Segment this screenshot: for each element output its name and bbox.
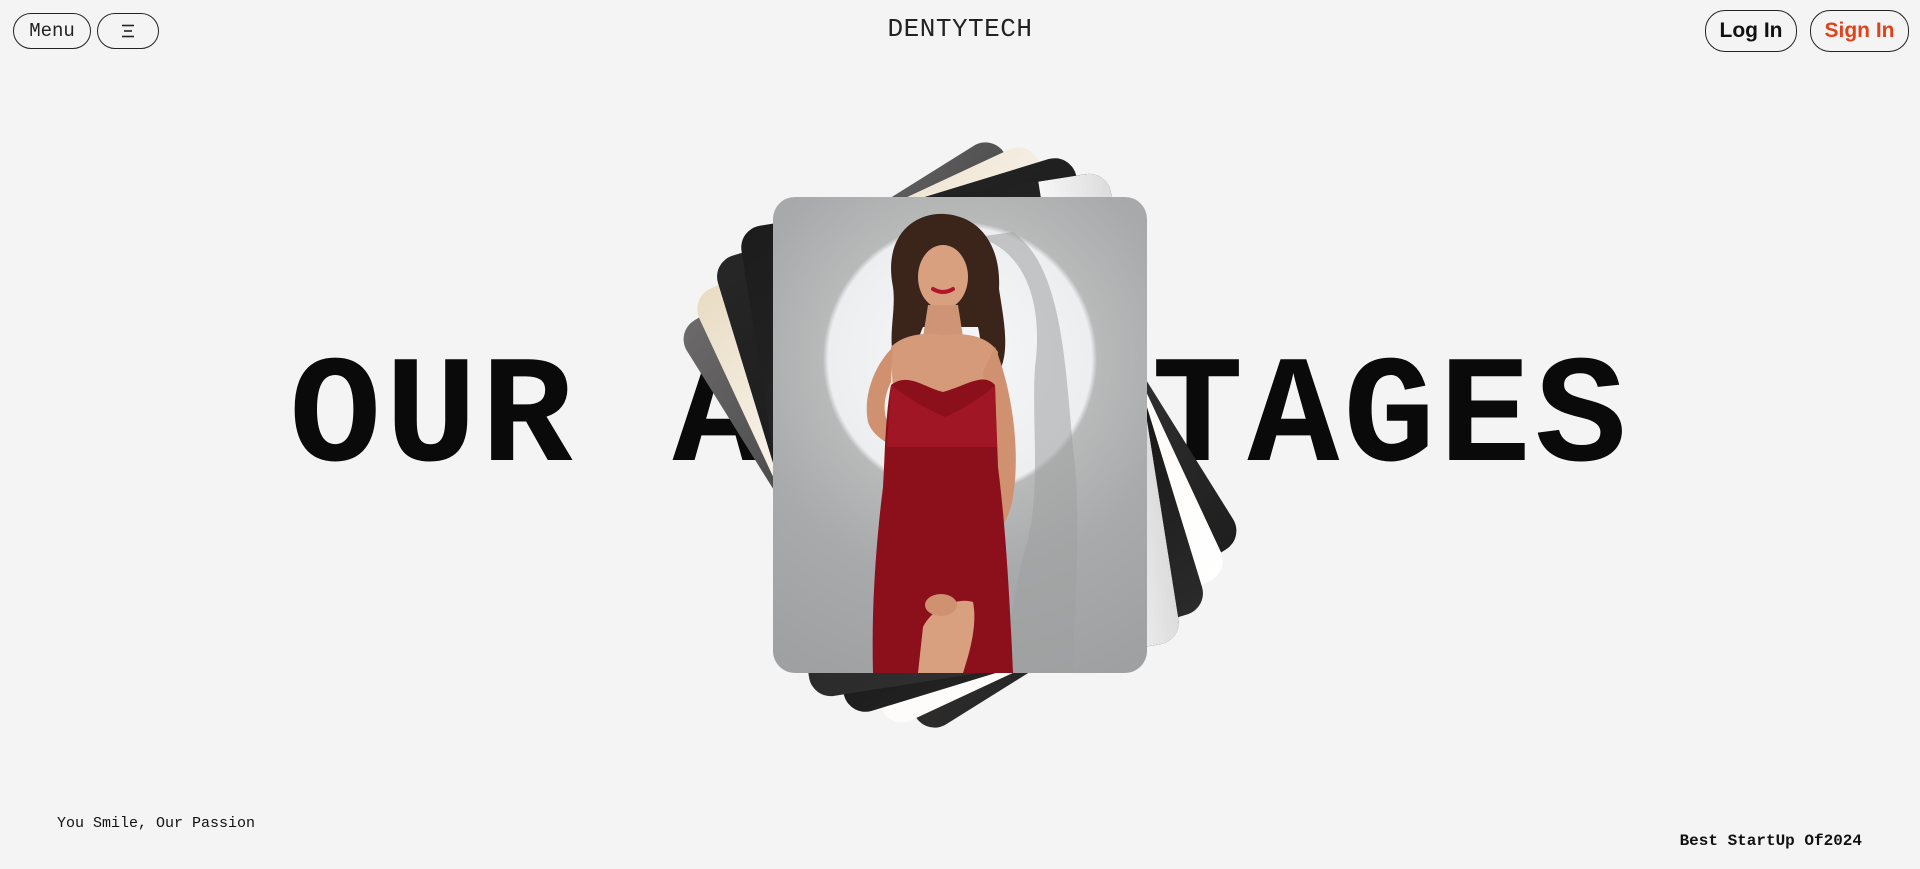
tagline-text: You Smile, Our Passion bbox=[57, 815, 256, 832]
landing-page: Menu DENTYTECH Log In Sign In OUR ADVANT… bbox=[0, 0, 1920, 869]
signin-button[interactable]: Sign In bbox=[1810, 10, 1909, 52]
woman-red-dress-image bbox=[866, 213, 1078, 673]
brand-logo[interactable]: DENTYTECH bbox=[0, 14, 1920, 44]
award-text: Best StartUp Of2024 bbox=[1679, 832, 1862, 850]
login-button[interactable]: Log In bbox=[1705, 10, 1797, 52]
hero-photo-card[interactable] bbox=[773, 197, 1147, 673]
